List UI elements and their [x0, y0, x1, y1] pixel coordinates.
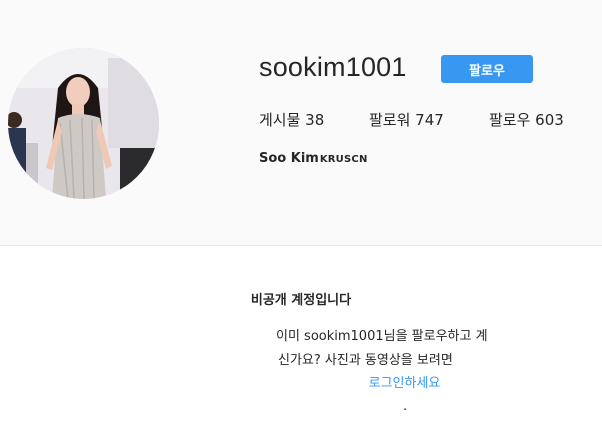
full-name-row: Soo KimKRUSCN: [259, 151, 368, 166]
avatar-photo: [8, 48, 159, 199]
username: sookim1001: [259, 52, 407, 82]
following-count[interactable]: 팔로우 603: [489, 109, 564, 130]
private-account-message: 이미 sookim1001님을 팔로우하고 계 신가요? 사진과 동영상을 보려…: [276, 325, 536, 373]
message-line-2: 신가요? 사진과 동영상을 보려면: [278, 353, 453, 368]
bio-tag: KRUSCN: [319, 154, 368, 165]
full-name: Soo Kim: [259, 151, 319, 166]
profile-page: sookim1001 팔로우 게시물 38 팔로워 747 팔로우 603 So…: [0, 0, 602, 438]
login-link[interactable]: 로그인하세요: [0, 372, 602, 391]
posts-count: 게시물 38: [259, 111, 325, 129]
profile-header: sookim1001 팔로우 게시물 38 팔로워 747 팔로우 603 So…: [0, 0, 602, 246]
private-account-title: 비공개 계정입니다: [250, 293, 352, 308]
follow-button[interactable]: 팔로우: [441, 55, 533, 83]
avatar[interactable]: [8, 48, 159, 199]
trailing-dot: .: [403, 399, 408, 414]
message-line-1: 이미 sookim1001님을 팔로우하고 계: [276, 329, 488, 344]
followers-count[interactable]: 팔로워 747: [369, 109, 444, 130]
